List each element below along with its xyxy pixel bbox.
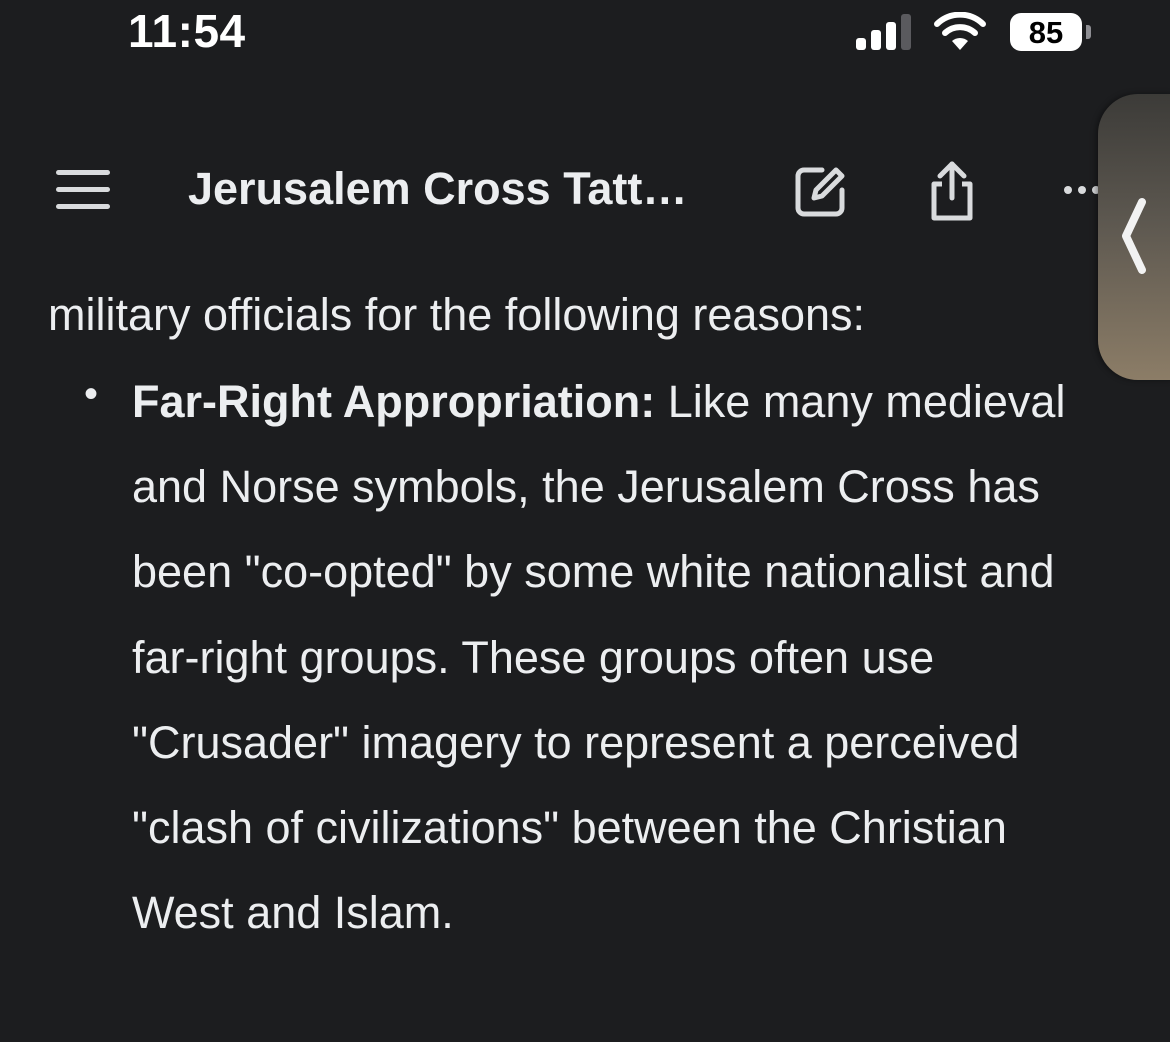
bullet-heading: Far-Right Appropriation: (132, 376, 656, 427)
bullet-marker: • (84, 372, 99, 416)
message-content: military officials for the following rea… (0, 0, 1170, 1042)
intro-text: military officials for the following rea… (48, 289, 866, 340)
app-screen: 11:54 85 Jerusalem Cross Tatt… military … (0, 0, 1170, 1042)
list-item: Far-Right Appropriation: Like many medie… (132, 359, 1102, 955)
bullet-body: Like many medieval and Norse symbols, th… (132, 376, 1066, 939)
